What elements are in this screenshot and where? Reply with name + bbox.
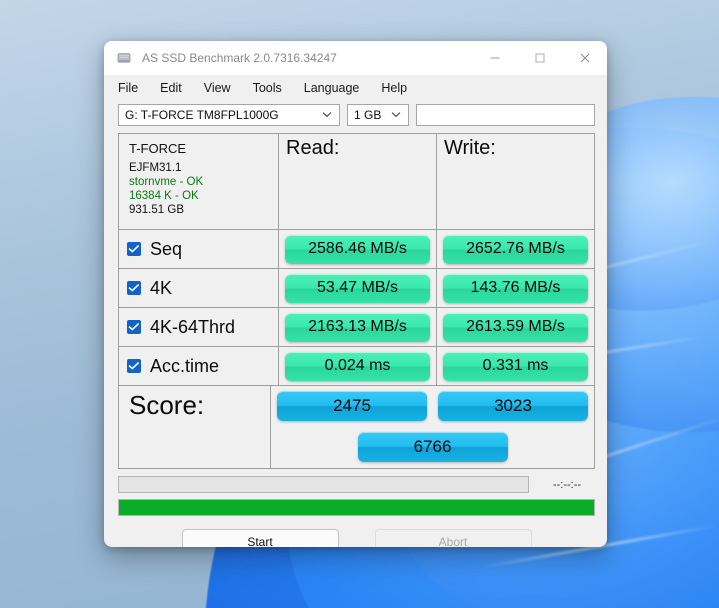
chevron-down-icon bbox=[388, 111, 404, 120]
table-header-row: T-FORCE EJFM31.1 stornvme - OK 16384 K -… bbox=[119, 134, 594, 230]
score-row: Score: 2475 3023 6766 bbox=[119, 386, 594, 468]
menu-file[interactable]: File bbox=[118, 79, 149, 97]
drive-capacity: 931.51 GB bbox=[129, 204, 184, 216]
minimize-icon[interactable] bbox=[472, 41, 517, 75]
column-header-write: Write: bbox=[444, 137, 496, 159]
4k-read-value: 53.47 MB/s bbox=[285, 273, 430, 303]
drive-alignment: 16384 K - OK bbox=[129, 190, 199, 202]
column-header-read: Read: bbox=[279, 134, 437, 229]
as-ssd-benchmark-window: AS SSD Benchmark 2.0.7316.34247 File Edi… bbox=[104, 41, 607, 547]
drive-driver: stornvme - OK bbox=[129, 176, 204, 188]
acctime-write-cell: 0.331 ms bbox=[437, 347, 594, 385]
test-row-4k64thrd-label[interactable]: 4K-64Thrd bbox=[119, 308, 279, 346]
overall-progress-bar bbox=[118, 499, 595, 516]
window-title: AS SSD Benchmark 2.0.7316.34247 bbox=[142, 51, 337, 65]
table-row: 4K 53.47 MB/s 143.76 MB/s bbox=[119, 269, 594, 308]
abort-button: Abort bbox=[374, 529, 532, 547]
checkbox-seq[interactable] bbox=[127, 242, 141, 256]
4k64thrd-read-value: 2163.13 MB/s bbox=[285, 312, 430, 342]
size-select-value: 1 GB bbox=[354, 108, 382, 122]
4k64thrd-write-cell: 2613.59 MB/s bbox=[437, 308, 594, 346]
checkbox-4k-64thrd[interactable] bbox=[127, 320, 141, 334]
4k64thrd-write-value: 2613.59 MB/s bbox=[443, 312, 588, 342]
title-bar[interactable]: AS SSD Benchmark 2.0.7316.34247 bbox=[104, 41, 607, 75]
menu-tools[interactable]: Tools bbox=[253, 79, 293, 97]
status-text-field[interactable] bbox=[416, 104, 595, 126]
test-name-4k-64thrd: 4K-64Thrd bbox=[150, 316, 236, 337]
table-row: Acc.time 0.024 ms 0.331 ms bbox=[119, 347, 594, 386]
progress-line: --:--:-- bbox=[118, 476, 595, 493]
menu-bar: File Edit View Tools Language Help bbox=[104, 75, 607, 101]
4k-write-value: 143.76 MB/s bbox=[443, 273, 588, 303]
current-progress-bar bbox=[118, 476, 529, 493]
menu-edit[interactable]: Edit bbox=[160, 79, 193, 97]
test-row-seq-label[interactable]: Seq bbox=[119, 230, 279, 268]
drive-firmware: EJFM31.1 bbox=[129, 162, 182, 174]
4k64thrd-read-cell: 2163.13 MB/s bbox=[279, 308, 437, 346]
chevron-down-icon bbox=[319, 111, 335, 120]
menu-view[interactable]: View bbox=[204, 79, 242, 97]
size-select[interactable]: 1 GB bbox=[347, 104, 409, 126]
acctime-read-value: 0.024 ms bbox=[285, 351, 430, 381]
seq-write-value: 2652.76 MB/s bbox=[443, 234, 588, 264]
test-name-seq: Seq bbox=[150, 238, 183, 259]
drive-info-cell: T-FORCE EJFM31.1 stornvme - OK 16384 K -… bbox=[119, 134, 279, 229]
table-row: Seq 2586.46 MB/s 2652.76 MB/s bbox=[119, 230, 594, 269]
seq-read-cell: 2586.46 MB/s bbox=[279, 230, 437, 268]
window-controls bbox=[472, 41, 607, 75]
4k-write-cell: 143.76 MB/s bbox=[437, 269, 594, 307]
results-table: T-FORCE EJFM31.1 stornvme - OK 16384 K -… bbox=[118, 133, 595, 469]
start-button[interactable]: Start bbox=[181, 529, 339, 547]
ssd-drive-icon bbox=[115, 49, 133, 67]
test-row-acctime-label[interactable]: Acc.time bbox=[119, 347, 279, 385]
test-name-acc-time: Acc.time bbox=[150, 355, 220, 376]
score-write-value: 3023 bbox=[438, 391, 588, 421]
acctime-write-value: 0.331 ms bbox=[443, 351, 588, 381]
close-icon[interactable] bbox=[562, 41, 607, 75]
selector-row: G: T-FORCE TM8FPL1000G 1 GB bbox=[104, 101, 607, 131]
checkbox-4k[interactable] bbox=[127, 281, 141, 295]
score-label: Score: bbox=[129, 390, 205, 420]
acctime-read-cell: 0.024 ms bbox=[279, 347, 437, 385]
score-values: 2475 3023 6766 bbox=[271, 386, 594, 468]
checkbox-acc-time[interactable] bbox=[127, 359, 141, 373]
menu-language[interactable]: Language bbox=[304, 79, 371, 97]
bottom-panel: --:--:-- Start Abort bbox=[104, 469, 607, 547]
score-read-value: 2475 bbox=[277, 391, 427, 421]
table-row: 4K-64Thrd 2163.13 MB/s 2613.59 MB/s bbox=[119, 308, 594, 347]
drive-name: T-FORCE bbox=[129, 141, 187, 156]
test-row-4k-label[interactable]: 4K bbox=[119, 269, 279, 307]
seq-write-cell: 2652.76 MB/s bbox=[437, 230, 594, 268]
elapsed-timer: --:--:-- bbox=[552, 478, 582, 491]
drive-select[interactable]: G: T-FORCE TM8FPL1000G bbox=[118, 104, 340, 126]
4k-read-cell: 53.47 MB/s bbox=[279, 269, 437, 307]
score-total-value: 6766 bbox=[357, 432, 508, 462]
action-buttons: Start Abort bbox=[118, 529, 595, 547]
test-name-4k: 4K bbox=[150, 277, 173, 298]
maximize-icon[interactable] bbox=[517, 41, 562, 75]
drive-select-value: G: T-FORCE TM8FPL1000G bbox=[125, 108, 279, 122]
score-label-cell: Score: bbox=[119, 386, 271, 468]
menu-help[interactable]: Help bbox=[381, 79, 418, 97]
seq-read-value: 2586.46 MB/s bbox=[285, 234, 430, 264]
